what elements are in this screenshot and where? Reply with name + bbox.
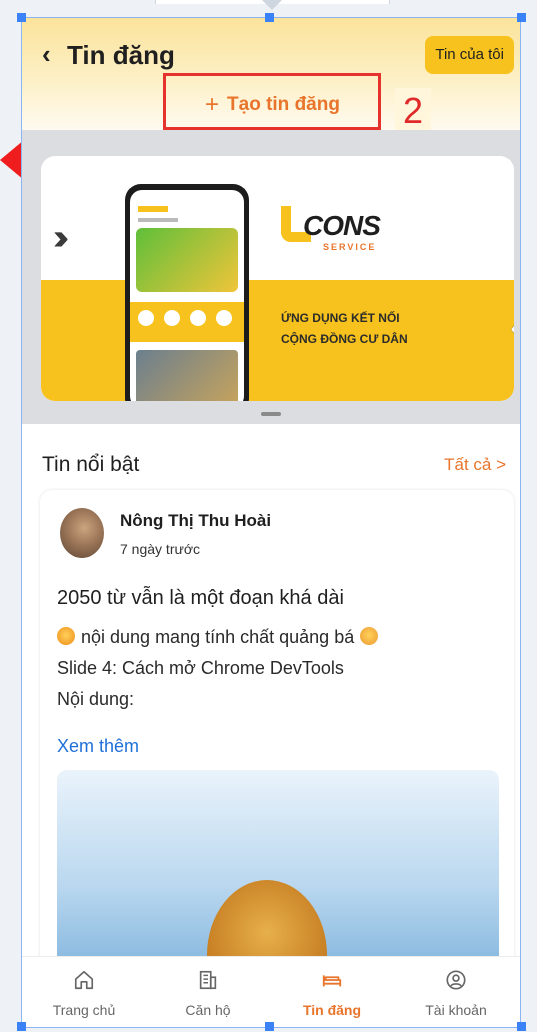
resize-handle[interactable] bbox=[517, 13, 526, 22]
resize-handle[interactable] bbox=[265, 13, 274, 22]
top-notch bbox=[262, 0, 282, 10]
selection-frame bbox=[21, 17, 521, 1028]
resize-handle[interactable] bbox=[265, 1022, 274, 1031]
screenshot-canvas: ‹ Tin đăng Tin của tôi +Tạo tin đăng 2 ›… bbox=[0, 0, 537, 1032]
resize-handle[interactable] bbox=[17, 1022, 26, 1031]
resize-handle[interactable] bbox=[517, 1022, 526, 1031]
resize-handle[interactable] bbox=[17, 13, 26, 22]
